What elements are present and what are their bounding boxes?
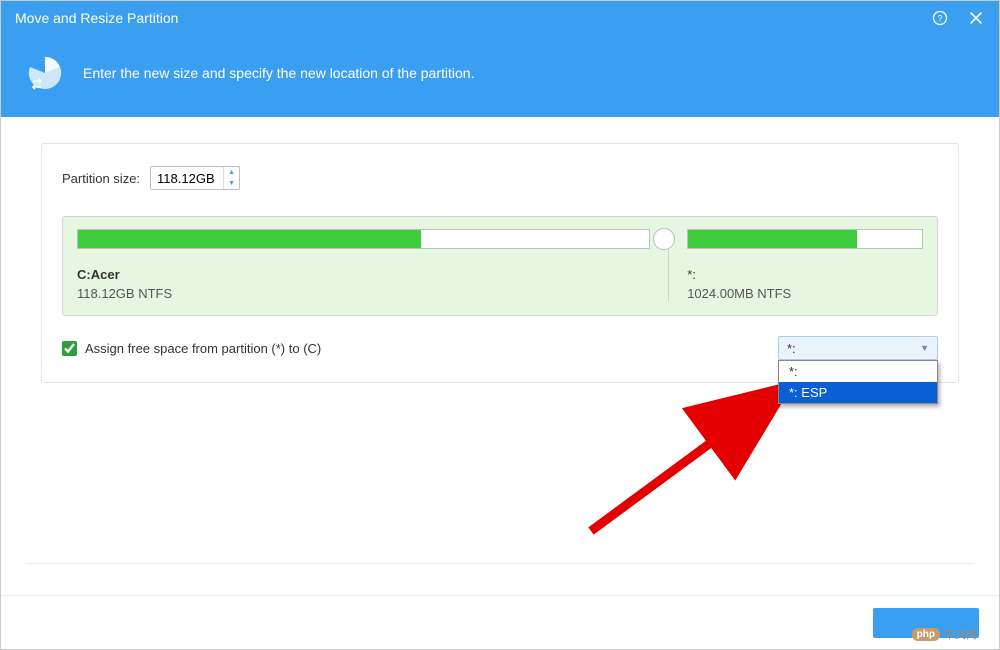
footer (1, 595, 999, 649)
combo-option-esp[interactable]: *: ESP (779, 382, 937, 403)
target-partition-select[interactable]: *: ▼ (778, 336, 938, 360)
content-area: Partition size: ▲ ▼ C:Acer 118.12 (1, 117, 999, 393)
partition-star-detail: 1024.00MB NTFS (687, 286, 923, 301)
watermark: php 中文网 (912, 626, 977, 642)
watermark-brand: php (912, 628, 940, 641)
svg-text:?: ? (937, 14, 942, 24)
partition-icon (25, 53, 65, 93)
header-subtitle: Enter the new size and specify the new l… (83, 65, 474, 81)
partition-c-detail: 118.12GB NTFS (77, 286, 650, 301)
resize-handle[interactable] (653, 228, 675, 250)
partition-diagram: C:Acer 118.12GB NTFS *: 1024.00MB NTFS (62, 216, 938, 316)
combo-option-star[interactable]: *: (779, 361, 937, 382)
assign-checkbox[interactable] (62, 341, 77, 356)
assign-label: Assign free space from partition (*) to … (85, 341, 321, 356)
spin-down-icon[interactable]: ▼ (224, 178, 239, 189)
footer-divider (26, 563, 974, 564)
partition-size-input[interactable]: ▲ ▼ (150, 166, 240, 190)
titlebar-controls: ? (931, 9, 985, 27)
spin-buttons: ▲ ▼ (223, 167, 239, 189)
watermark-text: 中文网 (944, 626, 977, 642)
help-icon[interactable]: ? (931, 9, 949, 27)
dialog-window: Move and Resize Partition ? Enter the ne… (0, 0, 1000, 650)
partition-size-field[interactable] (151, 167, 223, 189)
size-row: Partition size: ▲ ▼ (62, 166, 938, 190)
partition-size-label: Partition size: (62, 171, 140, 186)
partition-fill-star (688, 230, 856, 248)
target-partition-dropdown: *: *: ESP (778, 360, 938, 404)
partition-fill-c (78, 230, 421, 248)
settings-card: Partition size: ▲ ▼ C:Acer 118.12 (41, 143, 959, 383)
partition-block-c: C:Acer 118.12GB NTFS (77, 229, 669, 301)
partition-bar-star[interactable] (687, 229, 923, 249)
partition-star-name: *: (687, 267, 923, 282)
partition-block-star: *: 1024.00MB NTFS (669, 229, 923, 301)
header-banner: Enter the new size and specify the new l… (1, 35, 999, 117)
spin-up-icon[interactable]: ▲ (224, 167, 239, 178)
target-combo-wrap: *: ▼ *: *: ESP (778, 336, 938, 360)
window-title: Move and Resize Partition (15, 10, 178, 26)
chevron-down-icon: ▼ (920, 343, 929, 353)
partition-bar-c[interactable] (77, 229, 650, 249)
partition-c-name: C:Acer (77, 267, 650, 282)
assign-row: Assign free space from partition (*) to … (62, 336, 938, 360)
close-icon[interactable] (967, 9, 985, 27)
assign-checkbox-group[interactable]: Assign free space from partition (*) to … (62, 341, 321, 356)
titlebar: Move and Resize Partition ? (1, 1, 999, 35)
combo-value: *: (787, 341, 796, 356)
